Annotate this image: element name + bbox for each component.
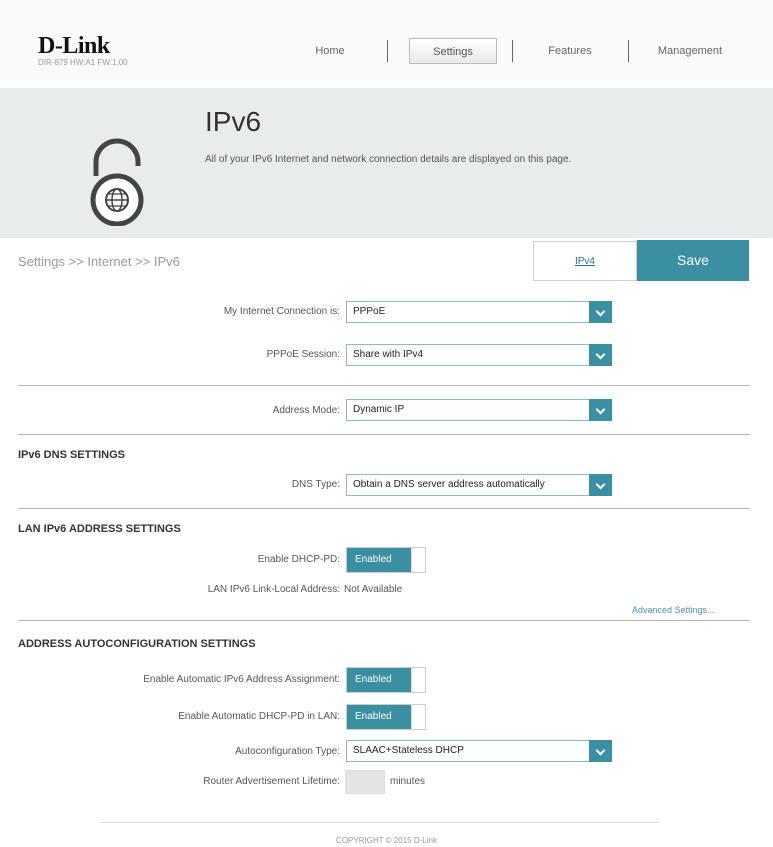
chevron-down-icon — [589, 301, 612, 323]
lan-ipv6-address-settings-heading: LAN IPv6 ADDRESS SETTINGS — [18, 523, 181, 535]
autoconfiguration-type-label: Autoconfiguration Type: — [235, 746, 340, 757]
page-header: D-Link DIR-879 HW:A1 FW:1.00 Home Settin… — [0, 0, 773, 80]
toggle-state-label: Enabled — [347, 668, 411, 692]
toggle-state-label: Enabled — [347, 548, 411, 572]
address-mode-label: Address Mode: — [272, 405, 340, 416]
my-internet-connection-label: My Internet Connection is: — [223, 306, 340, 317]
section-divider — [18, 434, 750, 435]
my-internet-connection-select[interactable]: PPPoE — [346, 301, 612, 323]
ipv6-dns-settings-heading: IPv6 DNS SETTINGS — [18, 449, 125, 461]
autoconfiguration-type-select[interactable]: SLAAC+Stateless DHCP — [346, 740, 612, 762]
address-mode-value: Dynamic IP — [353, 404, 405, 415]
auto-ipv6-assignment-toggle[interactable]: Enabled — [346, 667, 426, 693]
nav-separator — [387, 40, 388, 62]
toggle-state-label: Enabled — [347, 705, 411, 729]
nav-features[interactable]: Features — [535, 38, 605, 64]
pppoe-session-value: Share with IPv4 — [353, 349, 424, 360]
toggle-knob — [411, 668, 425, 692]
address-mode-select[interactable]: Dynamic IP — [346, 399, 612, 421]
auto-dhcp-pd-lan-label: Enable Automatic DHCP-PD in LAN: — [178, 711, 340, 722]
section-divider — [18, 508, 750, 509]
page-description: All of your IPv6 Internet and network co… — [205, 154, 572, 165]
chevron-down-icon — [589, 399, 612, 421]
main-nav: Home Settings Features Management — [0, 38, 773, 64]
chevron-down-icon — [589, 344, 612, 366]
nav-management[interactable]: Management — [645, 38, 735, 64]
auto-dhcp-pd-lan-toggle[interactable]: Enabled — [346, 704, 426, 730]
lan-link-local-value: Not Available — [344, 584, 403, 595]
autoconfiguration-type-value: SLAAC+Stateless DHCP — [353, 745, 464, 756]
advanced-settings-link[interactable]: Advanced Settings... — [632, 605, 715, 615]
save-button[interactable]: Save — [637, 240, 749, 281]
copyright: COPYRIGHT © 2015 D-Link — [336, 836, 437, 845]
router-advertisement-lifetime-label: Router Advertisement Lifetime: — [203, 776, 340, 787]
pppoe-session-label: PPPoE Session: — [266, 349, 340, 360]
router-advertisement-lifetime-input[interactable] — [345, 770, 385, 794]
toggle-knob — [411, 705, 425, 729]
hero-banner: IPv6 All of your IPv6 Internet and netwo… — [0, 88, 773, 238]
my-internet-connection-value: PPPoE — [353, 306, 386, 317]
dns-type-label: DNS Type: — [291, 479, 340, 490]
dns-type-value: Obtain a DNS server address automaticall… — [353, 479, 545, 490]
enable-dhcp-pd-toggle[interactable]: Enabled — [346, 547, 426, 573]
address-autoconfiguration-heading: ADDRESS AUTOCONFIGURATION SETTINGS — [18, 638, 256, 650]
section-divider — [18, 620, 750, 621]
nav-separator — [512, 40, 513, 62]
footer-divider — [100, 822, 660, 823]
lifetime-unit: minutes — [390, 776, 426, 787]
nav-home[interactable]: Home — [300, 38, 360, 64]
nav-separator — [628, 40, 629, 62]
page-title: IPv6 — [205, 106, 262, 137]
ipv4-link[interactable]: IPv4 — [533, 241, 637, 281]
auto-ipv6-assignment-label: Enable Automatic IPv6 Address Assignment… — [143, 674, 340, 685]
globe-padlock-icon — [90, 138, 144, 226]
dns-type-select[interactable]: Obtain a DNS server address automaticall… — [346, 474, 612, 496]
toggle-knob — [411, 548, 425, 572]
enable-dhcp-pd-label: Enable DHCP-PD: — [257, 554, 340, 565]
section-divider — [18, 385, 750, 386]
chevron-down-icon — [589, 474, 612, 496]
pppoe-session-select[interactable]: Share with IPv4 — [346, 344, 612, 366]
nav-settings[interactable]: Settings — [409, 38, 497, 64]
lan-link-local-label: LAN IPv6 Link-Local Address: — [207, 584, 340, 595]
chevron-down-icon — [589, 740, 612, 762]
breadcrumb: Settings >> Internet >> IPv6 — [18, 254, 180, 269]
